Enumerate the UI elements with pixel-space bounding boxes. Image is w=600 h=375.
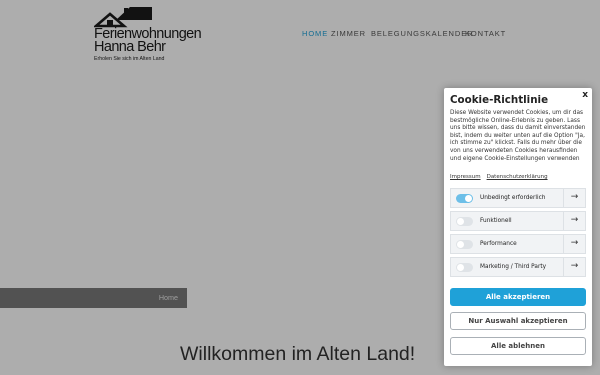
legal-links: Impressum Datenschutzerklärung (450, 174, 554, 180)
category-label: Unbedingt erforderlich (480, 195, 546, 201)
accept-all-button[interactable]: Alle akzeptieren (450, 288, 586, 306)
datenschutz-link[interactable]: Datenschutzerklärung (487, 174, 548, 180)
toggle-knob (457, 218, 464, 225)
toggle-knob (457, 241, 464, 248)
cookie-dialog: x Cookie-Richtlinie Diese Website verwen… (444, 88, 592, 366)
toggle-knob (457, 264, 464, 271)
arrow-right-icon[interactable]: → (563, 235, 585, 253)
impressum-link[interactable]: Impressum (450, 174, 481, 180)
accept-selection-button[interactable]: Nur Auswahl akzeptieren (450, 312, 586, 330)
cookie-description: Diese Website verwendet Cookies, um dir … (450, 110, 586, 162)
toggle-knob (465, 195, 472, 202)
functional-toggle[interactable] (456, 217, 473, 226)
cookie-category-functional: Funktionell → (450, 211, 586, 231)
reject-all-button[interactable]: Alle ablehnen (450, 337, 586, 355)
cookie-dialog-title: Cookie-Richtlinie (450, 94, 549, 106)
arrow-right-icon[interactable]: → (563, 189, 585, 207)
cookie-category-necessary: Unbedingt erforderlich → (450, 188, 586, 208)
cookie-category-marketing: Marketing / Third Party → (450, 257, 586, 277)
arrow-right-icon[interactable]: → (563, 258, 585, 276)
close-button[interactable]: x (582, 90, 588, 100)
category-label: Performance (480, 241, 517, 247)
category-label: Funktionell (480, 218, 512, 224)
necessary-toggle[interactable] (456, 194, 473, 203)
marketing-toggle[interactable] (456, 263, 473, 272)
category-label: Marketing / Third Party (480, 264, 547, 270)
cookie-category-performance: Performance → (450, 234, 586, 254)
arrow-right-icon[interactable]: → (563, 212, 585, 230)
performance-toggle[interactable] (456, 240, 473, 249)
